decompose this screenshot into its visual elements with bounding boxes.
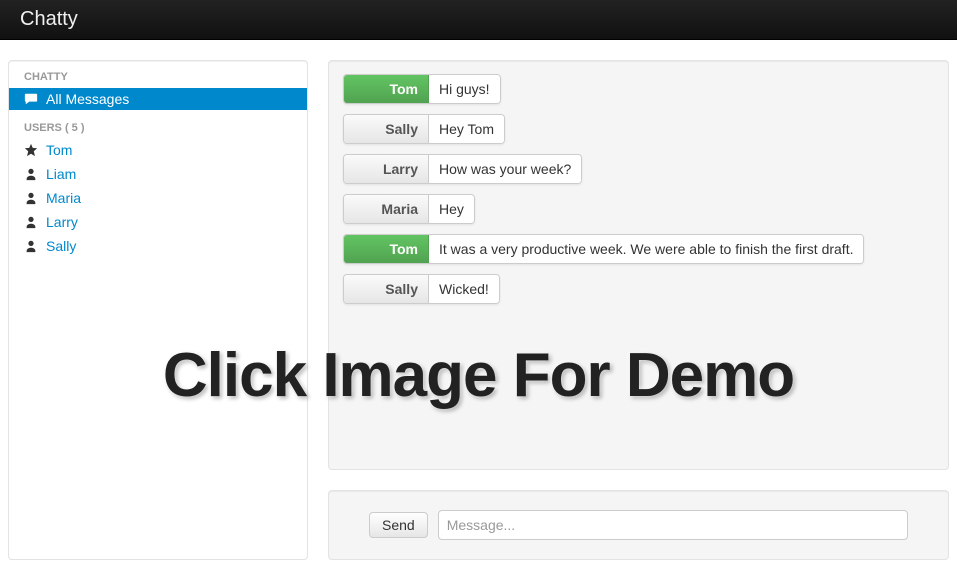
sidebar: CHATTY All Messages USERS ( 5 ) Tom Liam M…: [8, 60, 308, 560]
message-text: How was your week?: [429, 155, 581, 183]
message: LarryHow was your week?: [343, 154, 582, 184]
sidebar-header-chatty: CHATTY: [9, 61, 307, 86]
comment-icon: [24, 92, 38, 106]
message: TomIt was a very productive week. We wer…: [343, 234, 864, 264]
star-icon: [24, 143, 38, 157]
messages-pane[interactable]: TomHi guys!SallyHey TomLarryHow was your…: [328, 60, 949, 470]
message-row: TomHi guys!: [343, 69, 934, 109]
message-row: TomIt was a very productive week. We wer…: [343, 229, 934, 269]
user-label: Larry: [46, 214, 78, 230]
message-row: MariaHey: [343, 189, 934, 229]
send-button[interactable]: Send: [369, 512, 428, 538]
message-sender: Maria: [344, 195, 429, 223]
message-text: Wicked!: [429, 275, 499, 303]
user-list: Tom Liam Maria Larry Sally: [9, 139, 307, 257]
message-text: It was a very productive week. We were a…: [429, 235, 863, 263]
message-row: SallyHey Tom: [343, 109, 934, 149]
user-icon: [24, 191, 38, 205]
message-sender: Sally: [344, 275, 429, 303]
message-text: Hi guys!: [429, 75, 500, 103]
app-brand: Chatty: [20, 8, 78, 31]
navbar: Chatty: [0, 0, 957, 40]
sidebar-user-liam[interactable]: Liam: [9, 163, 307, 185]
message-row: SallyWicked!: [343, 269, 934, 309]
message-text: Hey Tom: [429, 115, 504, 143]
message-sender: Tom: [344, 235, 429, 263]
sidebar-user-tom[interactable]: Tom: [9, 139, 307, 161]
message-sender: Tom: [344, 75, 429, 103]
message-text: Hey: [429, 195, 474, 223]
main-container: CHATTY All Messages USERS ( 5 ) Tom Liam M…: [0, 40, 957, 568]
message: SallyWicked!: [343, 274, 500, 304]
sidebar-user-sally[interactable]: Sally: [9, 235, 307, 257]
user-icon: [24, 239, 38, 253]
user-icon: [24, 167, 38, 181]
user-icon: [24, 215, 38, 229]
message-row: LarryHow was your week?: [343, 149, 934, 189]
composer: Send: [328, 490, 949, 560]
message-sender: Sally: [344, 115, 429, 143]
message-sender: Larry: [344, 155, 429, 183]
user-label: Maria: [46, 190, 81, 206]
main-panel: TomHi guys!SallyHey TomLarryHow was your…: [328, 60, 949, 560]
message: MariaHey: [343, 194, 475, 224]
user-label: Liam: [46, 166, 76, 182]
user-label: Tom: [46, 142, 72, 158]
sidebar-user-maria[interactable]: Maria: [9, 187, 307, 209]
message: TomHi guys!: [343, 74, 501, 104]
sidebar-item-label: All Messages: [46, 91, 129, 107]
sidebar-item-all-messages[interactable]: All Messages: [9, 88, 307, 110]
message: SallyHey Tom: [343, 114, 505, 144]
message-input[interactable]: [438, 510, 908, 540]
sidebar-user-larry[interactable]: Larry: [9, 211, 307, 233]
user-label: Sally: [46, 238, 76, 254]
sidebar-header-users: USERS ( 5 ): [9, 112, 307, 137]
